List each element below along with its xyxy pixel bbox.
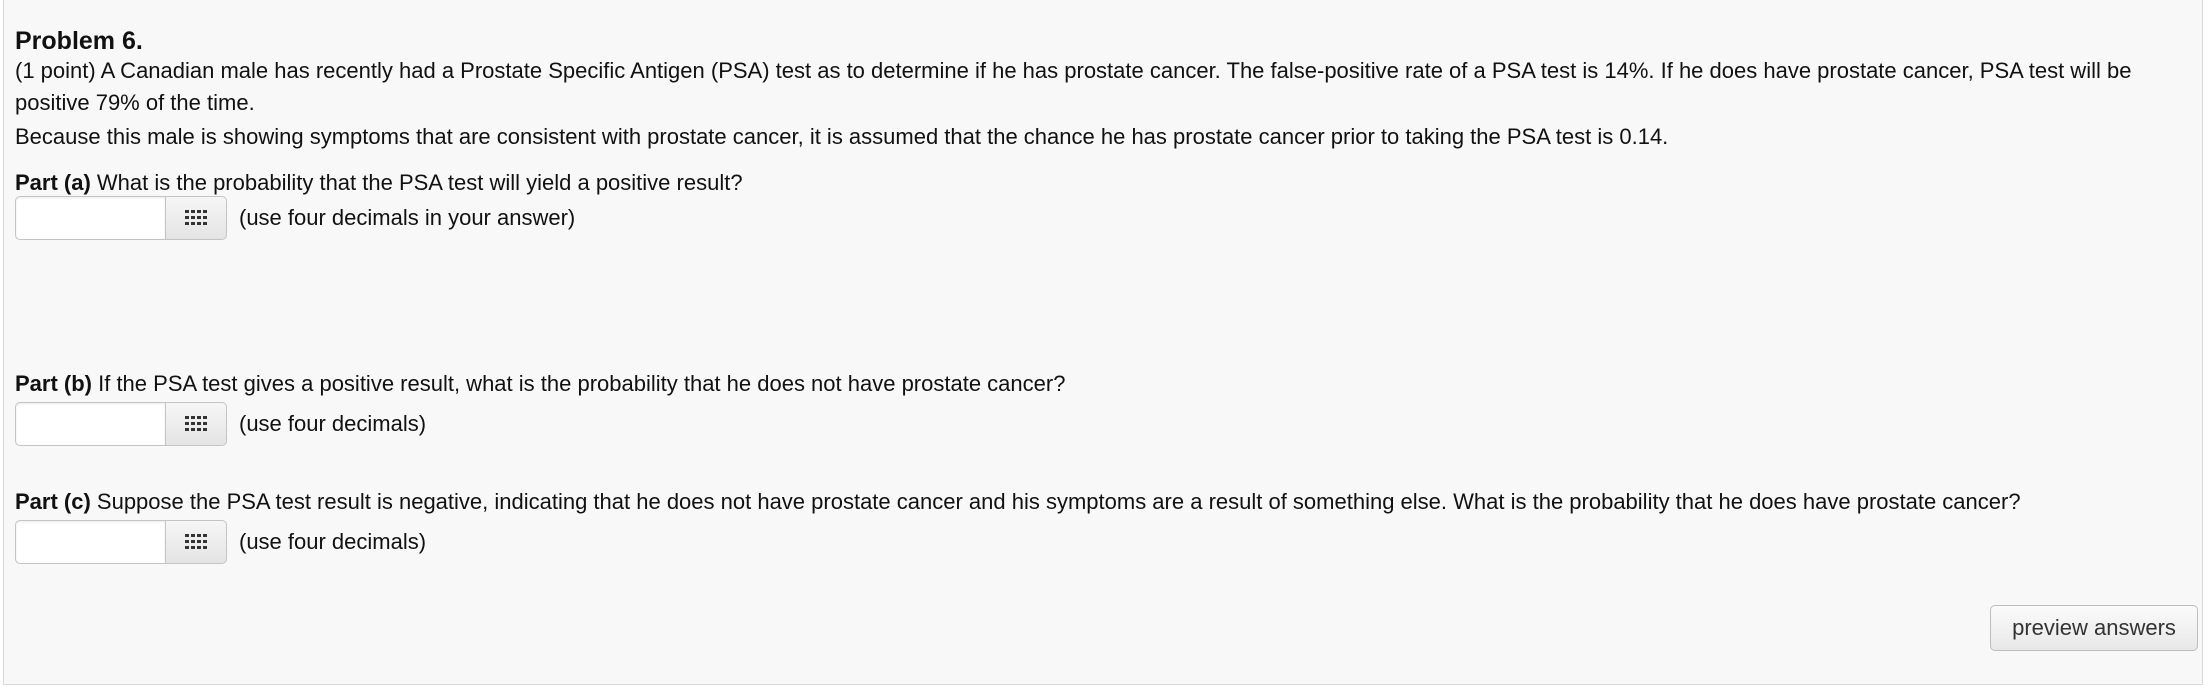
problem-context: Because this male is showing symptoms th… [15,124,1669,149]
part-c-hint: (use four decimals) [239,529,427,554]
problem-title: Problem 6. [15,27,143,55]
part-c-label: Part (c) [15,489,91,514]
part-c-text: Suppose the PSA test result is negative,… [90,489,2021,514]
part-c-answer-row: (use four decimals) [15,519,426,565]
part-b-text: If the PSA test gives a positive result,… [92,371,1066,396]
part-b-hint: (use four decimals) [239,411,427,436]
preview-answers-button[interactable]: preview answers [1990,605,2198,651]
part-c-answer-input[interactable] [15,520,165,564]
part-c-equation-button[interactable] [165,520,227,564]
part-b-answer-input[interactable] [15,402,165,446]
grid-keypad-icon [185,210,207,225]
grid-keypad-icon [185,534,207,549]
part-b-answer-row: (use four decimals) [15,401,426,447]
part-a-answer-row: (use four decimals in your answer) [15,195,575,241]
part-a-text: What is the probability that the PSA tes… [90,170,743,195]
part-a-label: Part (a) [15,170,91,195]
part-a-equation-button[interactable] [165,196,227,240]
grid-keypad-icon [185,416,207,431]
problem-panel: Problem 6. (1 point) A Canadian male has… [3,0,2203,685]
part-b-label: Part (b) [15,371,92,396]
problem-intro: (1 point) A Canadian male has recently h… [15,58,2132,115]
part-b-equation-button[interactable] [165,402,227,446]
part-c-question: Part (c) Suppose the PSA test result is … [15,486,2195,518]
part-a-hint: (use four decimals in your answer) [239,205,576,230]
part-b-question: Part (b) If the PSA test gives a positiv… [15,368,2195,400]
part-a-answer-input[interactable] [15,196,165,240]
